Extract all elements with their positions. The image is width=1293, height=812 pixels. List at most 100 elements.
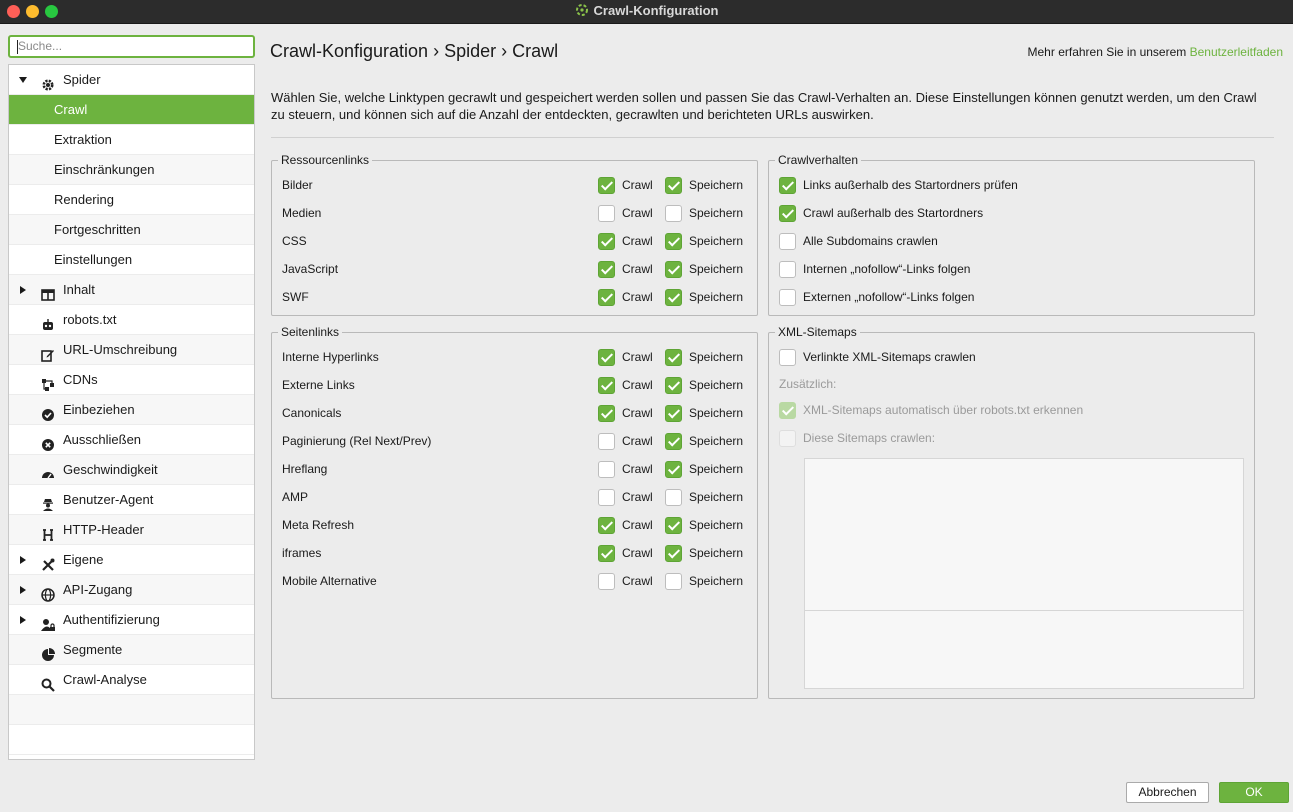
store-label: Speichern: [689, 574, 744, 588]
collapsed-arrow-icon[interactable]: [20, 286, 26, 294]
sidebar-item-benutzer-agent[interactable]: Benutzer-Agent: [9, 485, 254, 515]
crawl-label: Crawl: [622, 490, 653, 504]
sidebar-tree: Spider Crawl Extraktion Einschränkungen Rend…: [8, 64, 255, 760]
learn-more-text: Mehr erfahren Sie in unserem Benutzerlei…: [1028, 45, 1283, 59]
globe-icon: [41, 583, 55, 602]
collapsed-arrow-icon[interactable]: [20, 556, 26, 564]
crawl-checkbox-css[interactable]: [598, 233, 615, 250]
sidebar-item-http-header[interactable]: HTTP-Header: [9, 515, 254, 545]
auto-detect-sitemaps-checkbox[interactable]: [779, 402, 796, 419]
store-label: Speichern: [689, 290, 744, 304]
store-checkbox-canonicals[interactable]: [665, 405, 682, 422]
store-checkbox-mobile-alternative[interactable]: [665, 573, 682, 590]
row-label-swf: SWF: [282, 290, 309, 304]
auto-detect-sitemaps-label: XML-Sitemaps automatisch über robots.txt…: [803, 403, 1084, 417]
store-checkbox-interne-hyperlinks[interactable]: [665, 349, 682, 366]
sidebar-item-geschwindigkeit[interactable]: Geschwindigkeit: [9, 455, 254, 485]
store-checkbox-medien[interactable]: [665, 205, 682, 222]
store-checkbox-amp[interactable]: [665, 489, 682, 506]
sidebar-item-api-zugang[interactable]: API-Zugang: [9, 575, 254, 605]
crawl-checkbox-medien[interactable]: [598, 205, 615, 222]
store-checkbox-paginierung-rel-next-prev[interactable]: [665, 433, 682, 450]
store-checkbox-iframes[interactable]: [665, 545, 682, 562]
expanded-arrow-icon[interactable]: [19, 77, 27, 83]
sidebar-item-fortgeschritten[interactable]: Fortgeschritten: [9, 215, 254, 245]
sidebar-item-inhalt[interactable]: Inhalt: [9, 275, 254, 305]
crawl-checkbox-javascript[interactable]: [598, 261, 615, 278]
sitemap-list-textarea[interactable]: [804, 458, 1244, 689]
xml-sitemaps-title: XML-Sitemaps: [775, 325, 860, 339]
network-icon: [41, 373, 55, 391]
ok-button[interactable]: OK: [1219, 782, 1289, 803]
sidebar-item-einstellungen[interactable]: Einstellungen: [9, 245, 254, 275]
search-input[interactable]: Suche...: [8, 35, 255, 58]
sidebar-item-einbeziehen[interactable]: Einbeziehen: [9, 395, 254, 425]
sidebar-item-crawl[interactable]: Crawl: [9, 95, 254, 125]
columns-icon: [41, 283, 55, 301]
user-guide-link[interactable]: Benutzerleitfaden: [1190, 45, 1283, 59]
behavior-checkbox-internen-nofollow-links-folgen[interactable]: [779, 261, 796, 278]
sidebar-item-ausschliessen[interactable]: Ausschließen: [9, 425, 254, 455]
crawl-checkbox-paginierung-rel-next-prev[interactable]: [598, 433, 615, 450]
crawl-checkbox-mobile-alternative[interactable]: [598, 573, 615, 590]
crawl-label: Crawl: [622, 350, 653, 364]
cancel-button[interactable]: Abbrechen: [1126, 782, 1209, 803]
crawl-checkbox-hreflang[interactable]: [598, 461, 615, 478]
sidebar-item-label: Crawl-Analyse: [63, 672, 147, 687]
crawl-label: Crawl: [622, 178, 653, 192]
page-links-title: Seitenlinks: [278, 325, 343, 339]
store-label: Speichern: [689, 378, 744, 392]
sidebar-item-crawl-analyse[interactable]: Crawl-Analyse: [9, 665, 254, 695]
intro-text: Wählen Sie, welche Linktypen gecrawlt un…: [271, 90, 1257, 122]
row-label-canonicals: Canonicals: [282, 406, 342, 420]
behavior-checkbox-links-ausserhalb-des-startordners-pruefen[interactable]: [779, 177, 796, 194]
behavior-checkbox-crawl-ausserhalb-des-startordners[interactable]: [779, 205, 796, 222]
crawl-checkbox-meta-refresh[interactable]: [598, 517, 615, 534]
store-checkbox-swf[interactable]: [665, 289, 682, 306]
sidebar-item-eigene[interactable]: Eigene: [9, 545, 254, 575]
crawl-behavior-title: Crawlverhalten: [775, 153, 862, 167]
sidebar-item-rendering[interactable]: Rendering: [9, 185, 254, 215]
learn-more-prefix: Mehr erfahren Sie in unserem: [1027, 45, 1190, 59]
crawl-checkbox-bilder[interactable]: [598, 177, 615, 194]
user-secret-icon: [41, 493, 55, 511]
sidebar-item-segmente[interactable]: Segmente: [9, 635, 254, 665]
behavior-label: Internen „nofollow“-Links folgen: [803, 262, 971, 276]
crawl-linked-sitemaps-checkbox[interactable]: [779, 349, 796, 366]
behavior-checkbox-externen-nofollow-links-folgen[interactable]: [779, 289, 796, 306]
crawl-these-sitemaps-checkbox[interactable]: [779, 430, 796, 447]
sidebar-item-einschraenkungen[interactable]: Einschränkungen: [9, 155, 254, 185]
sidebar-item-authentifizierung[interactable]: Authentifizierung: [9, 605, 254, 635]
behavior-checkbox-alle-subdomains-crawlen[interactable]: [779, 233, 796, 250]
sidebar-item-robots-txt[interactable]: robots.txt: [9, 305, 254, 335]
crawl-checkbox-canonicals[interactable]: [598, 405, 615, 422]
crawl-label: Crawl: [622, 290, 653, 304]
crawl-checkbox-iframes[interactable]: [598, 545, 615, 562]
sidebar-item-url-umschreibung[interactable]: URL-Umschreibung: [9, 335, 254, 365]
crawl-checkbox-swf[interactable]: [598, 289, 615, 306]
store-checkbox-javascript[interactable]: [665, 261, 682, 278]
collapsed-arrow-icon[interactable]: [20, 586, 26, 594]
crawl-label: Crawl: [622, 462, 653, 476]
sidebar-item-label: Extraktion: [54, 132, 112, 147]
collapsed-arrow-icon[interactable]: [20, 616, 26, 624]
store-checkbox-css[interactable]: [665, 233, 682, 250]
row-label-externe-links: Externe Links: [282, 378, 355, 392]
sidebar-item-extraktion[interactable]: Extraktion: [9, 125, 254, 155]
store-label: Speichern: [689, 262, 744, 276]
store-checkbox-bilder[interactable]: [665, 177, 682, 194]
sidebar-item-label: Ausschließen: [63, 432, 142, 447]
sidebar-item-spider[interactable]: Spider: [9, 65, 254, 95]
user-lock-icon: [41, 613, 55, 631]
store-label: Speichern: [689, 434, 744, 448]
store-checkbox-hreflang[interactable]: [665, 461, 682, 478]
store-checkbox-meta-refresh[interactable]: [665, 517, 682, 534]
crawl-checkbox-amp[interactable]: [598, 489, 615, 506]
crawl-checkbox-externe-links[interactable]: [598, 377, 615, 394]
crawl-checkbox-interne-hyperlinks[interactable]: [598, 349, 615, 366]
store-checkbox-externe-links[interactable]: [665, 377, 682, 394]
header-icon: [41, 523, 55, 541]
sidebar-item-label: URL-Umschreibung: [63, 342, 178, 357]
sidebar-item-cdns[interactable]: CDNs: [9, 365, 254, 395]
sidebar-item-label: API-Zugang: [63, 582, 133, 597]
